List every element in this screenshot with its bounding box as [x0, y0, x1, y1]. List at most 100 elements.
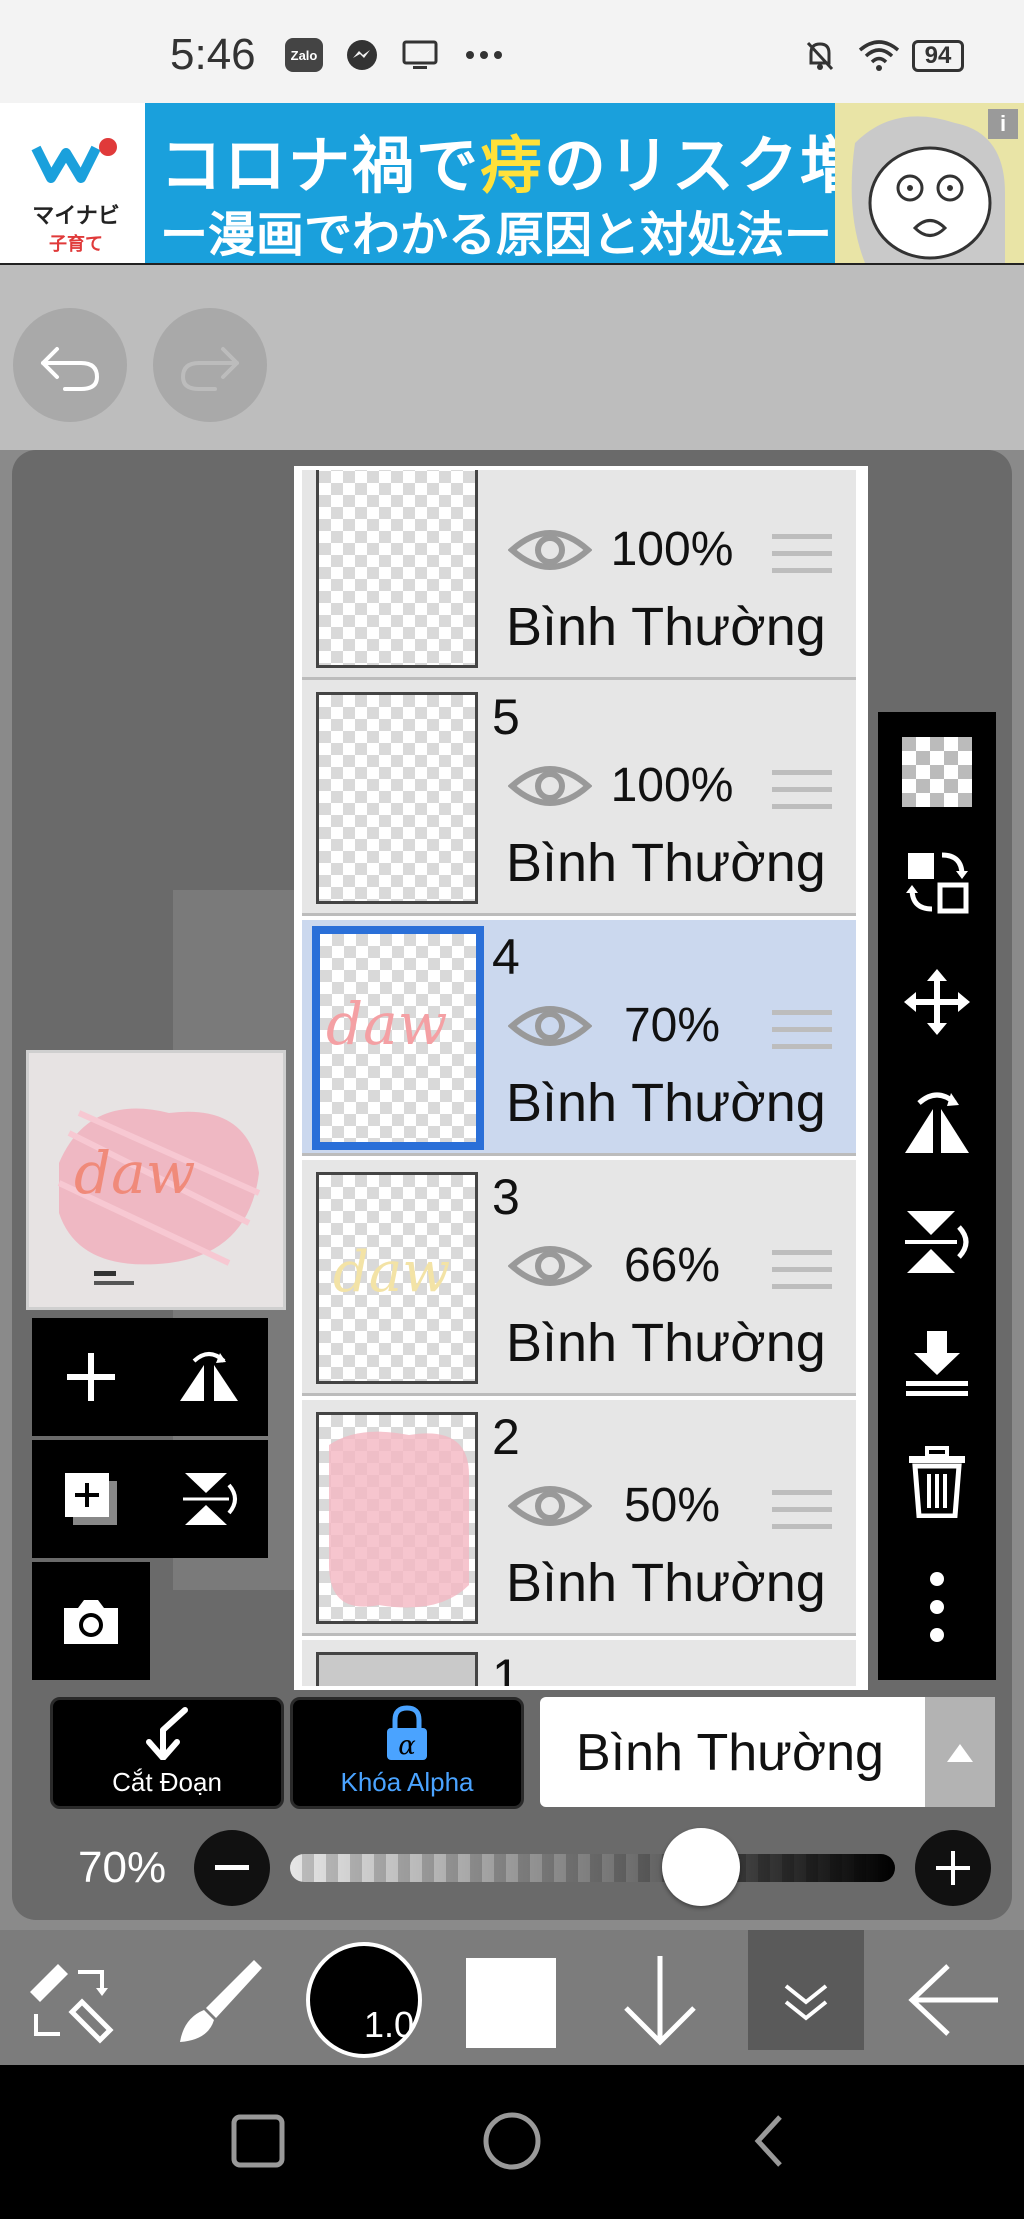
chevron-left-icon [754, 2115, 782, 2167]
double-chevron-down-icon [784, 1984, 828, 2021]
flip-vertical-button[interactable] [150, 1440, 268, 1558]
layer-item[interactable]: 2 50% Bình Thường [302, 1400, 856, 1636]
clipping-arrow-icon [146, 1707, 188, 1761]
layer-item[interactable]: 100% Bình Thường [302, 470, 856, 680]
swap-icon [906, 852, 969, 914]
layer-opacity: 70% [623, 999, 721, 1052]
bell-off-icon [800, 38, 840, 72]
circle-icon [483, 2112, 541, 2170]
drag-handle-icon[interactable] [772, 768, 832, 812]
square-icon [231, 2114, 285, 2168]
top-toolbar [0, 265, 1024, 450]
drag-handle-icon[interactable] [772, 1248, 832, 1292]
blend-mode-select[interactable]: Bình Thường [540, 1697, 995, 1807]
dropdown-arrow-icon[interactable] [925, 1697, 995, 1807]
flip-vertical-right-button[interactable] [878, 1187, 996, 1297]
layer-thumbnail [316, 470, 478, 668]
clipping-button[interactable]: Cắt Đoạn [50, 1697, 284, 1809]
opacity-decrease-button[interactable] [194, 1830, 270, 1906]
bottom-toolbar: 1.0 [0, 1930, 1024, 2065]
layer-list[interactable]: 100% Bình Thường 5 100% Bình Thường daw … [294, 466, 868, 1690]
alpha-lock-button[interactable]: α Khóa Alpha [290, 1697, 524, 1809]
more-icon [462, 38, 506, 72]
back-button[interactable] [904, 1950, 1004, 2050]
minus-icon [215, 1865, 249, 1870]
eye-icon[interactable] [508, 758, 592, 814]
plus-icon [936, 1851, 970, 1885]
ad-subline: ー漫画でわかる原因と対処法ー [160, 209, 833, 262]
lock-icon: α [387, 1705, 427, 1761]
layer-item[interactable]: 1 [302, 1640, 856, 1690]
opacity-value: 70% [78, 1843, 167, 1892]
move-button[interactable] [878, 947, 996, 1057]
opacity-increase-button[interactable] [915, 1830, 991, 1906]
brush-size-button[interactable]: 1.0 [306, 1942, 422, 2058]
eye-icon[interactable] [508, 1478, 592, 1534]
layer-item[interactable]: daw 3 66% Bình Thường [302, 1160, 856, 1396]
svg-text:daw: daw [333, 1240, 450, 1305]
flip-horizontal-button[interactable] [150, 1318, 268, 1436]
transparency-button[interactable] [878, 717, 996, 827]
redo-button[interactable] [153, 308, 267, 422]
arrow-left-icon [908, 1964, 998, 2036]
arrow-down-icon [624, 1956, 696, 2046]
layer-opacity: 66% [623, 1239, 721, 1292]
flip-horizontal-icon [905, 1092, 969, 1153]
undo-button[interactable] [13, 308, 127, 422]
opacity-slider-track[interactable] [290, 1854, 895, 1882]
layer-down-button[interactable] [618, 1950, 702, 2050]
layer-thumbnail [316, 1652, 478, 1686]
opacity-slider-knob[interactable] [662, 1828, 740, 1906]
canvas-preview[interactable]: daw [26, 1050, 286, 1310]
undo-icon [41, 347, 100, 391]
layer-number: 5 [492, 689, 520, 745]
pen-eraser-swap-icon [30, 1964, 114, 2044]
ad-illustration: i [835, 103, 1024, 263]
layer-thumbnail [316, 1412, 478, 1624]
ad-headline: コロナ禍で痔のリスク増？ [160, 132, 929, 201]
wifi-icon [856, 38, 902, 72]
layer-item-selected[interactable]: daw 4 70% Bình Thường [302, 920, 856, 1156]
brush-size-value: 1.0 [363, 2004, 414, 2045]
messenger-icon [344, 38, 380, 72]
duplicate-layer-button[interactable] [32, 1440, 150, 1558]
swap-layer-button[interactable] [878, 827, 996, 937]
layers-panel-button[interactable] [748, 1930, 864, 2050]
drag-handle-icon[interactable] [772, 532, 832, 576]
layer-number: 2 [492, 1409, 520, 1465]
ad-banner[interactable]: マイナビ 子育て コロナ禍で痔のリスク増？ ー漫画でわかる原因と対処法ー i [0, 103, 1024, 265]
brush-button[interactable] [168, 1952, 268, 2052]
clock: 5:46 [170, 30, 256, 79]
status-bar: 5:46 Zalo 94 [0, 0, 1024, 103]
color-swatch-button[interactable] [466, 1958, 556, 2048]
eye-icon[interactable] [508, 1238, 592, 1294]
recent-apps-button[interactable] [226, 2109, 290, 2173]
eye-icon[interactable] [508, 998, 592, 1054]
flip-horizontal-right-button[interactable] [878, 1067, 996, 1177]
drag-handle-icon[interactable] [772, 1008, 832, 1052]
home-button[interactable] [480, 2109, 544, 2173]
camera-button[interactable] [32, 1562, 150, 1680]
delete-layer-button[interactable] [878, 1427, 996, 1537]
vertical-dots-icon [930, 1572, 944, 1642]
drag-handle-icon[interactable] [772, 1488, 832, 1532]
layer-number: 1 [492, 1649, 520, 1690]
ad-info-icon[interactable]: i [988, 109, 1018, 139]
merge-down-icon [906, 1331, 968, 1396]
brand-subtext: 子育て [49, 234, 103, 254]
layer-blend-mode: Bình Thường [506, 1073, 826, 1133]
layer-item[interactable]: 5 100% Bình Thường [302, 680, 856, 916]
merge-down-button[interactable] [878, 1307, 996, 1417]
layer-number: 3 [492, 1169, 520, 1225]
layer-thumbnail: daw [312, 926, 484, 1150]
system-back-button[interactable] [740, 2109, 804, 2173]
plus-icon [67, 1353, 115, 1401]
copy-layer-icon [65, 1473, 117, 1525]
layer-opacity: 50% [623, 1479, 721, 1532]
trash-icon [909, 1446, 965, 1518]
more-options-button[interactable] [878, 1552, 996, 1662]
eye-icon[interactable] [508, 522, 592, 578]
tool-switch-button[interactable] [20, 1952, 120, 2052]
left-tool-palette [32, 1318, 276, 1680]
add-layer-button[interactable] [32, 1318, 150, 1436]
